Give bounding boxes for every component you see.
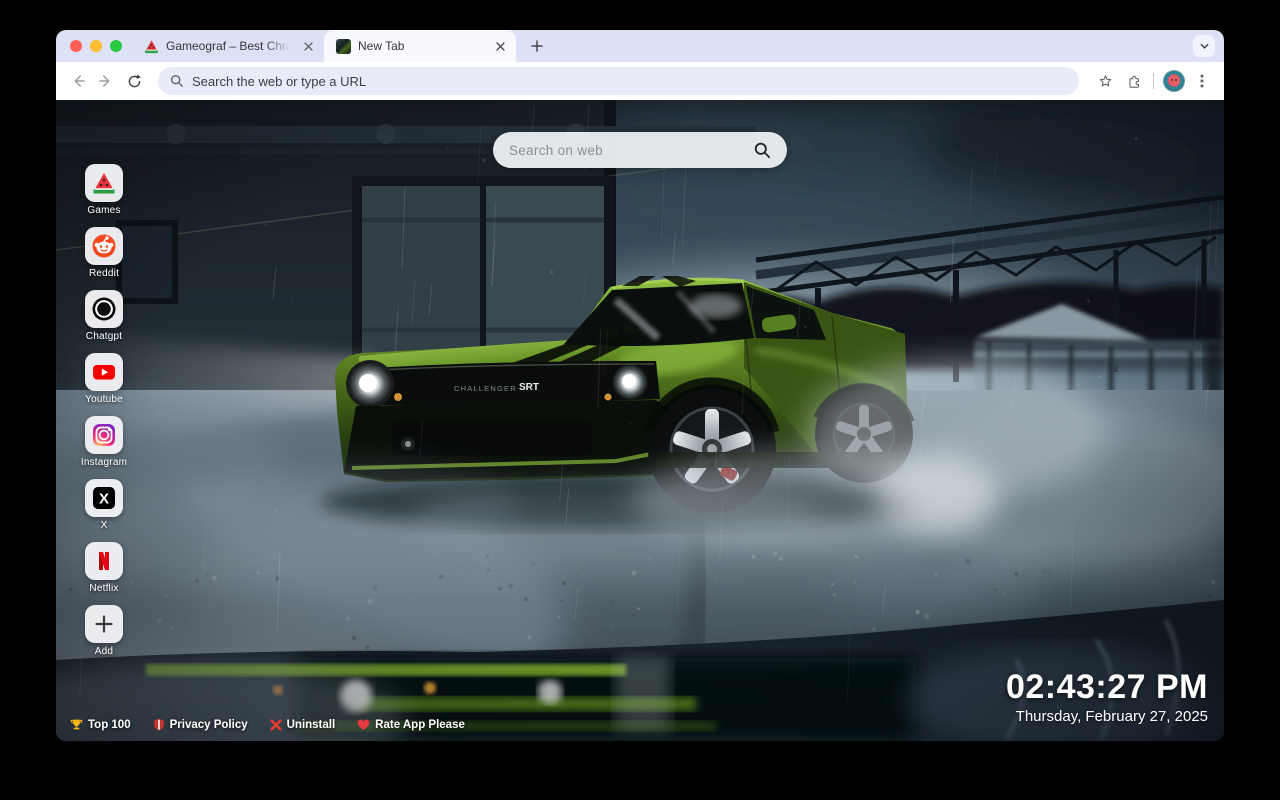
rate-app-link[interactable]: Rate App Please <box>357 719 465 731</box>
shortcut-games[interactable]: Games <box>85 164 123 217</box>
back-button[interactable] <box>64 67 92 95</box>
tab-close-icon[interactable] <box>492 38 508 54</box>
forward-arrow-icon <box>97 72 115 90</box>
chatgpt-icon <box>91 296 117 322</box>
shortcut-reddit[interactable]: Reddit <box>85 227 123 280</box>
tab-title: Gameograf – Best Chrome Liv <box>166 39 293 53</box>
shortcut-instagram[interactable]: Instagram <box>81 416 127 469</box>
netflix-icon <box>91 548 117 574</box>
puzzle-icon <box>1125 73 1142 90</box>
car-wallpaper: CHALLENGER SRT <box>56 100 1224 741</box>
tab-new-tab[interactable]: New Tab <box>324 30 516 62</box>
web-search-bar[interactable] <box>493 132 787 168</box>
shortcut-label: Add <box>95 646 113 658</box>
address-input[interactable] <box>192 74 1067 89</box>
wallpaper-thumbnail-icon <box>336 39 351 54</box>
new-tab-button[interactable] <box>524 33 550 59</box>
three-dot-icon <box>1195 73 1209 89</box>
reload-icon <box>126 73 143 90</box>
shortcut-label: X <box>101 520 108 532</box>
clock-widget: 02:43:27 PM Thursday, February 27, 2025 <box>1006 668 1208 725</box>
tab-strip: Gameograf – Best Chrome Liv New Tab <box>56 30 1224 62</box>
star-icon <box>1097 73 1114 90</box>
instagram-icon <box>91 422 117 448</box>
plus-icon <box>531 40 543 52</box>
heart-icon <box>357 719 370 731</box>
tab-search-button[interactable] <box>1193 35 1215 57</box>
youtube-icon <box>91 359 117 385</box>
red-x-icon <box>270 719 282 731</box>
footer-links: Top 100 Privacy Policy Uninstall Rat <box>70 718 465 731</box>
web-search-input[interactable] <box>509 143 749 158</box>
trophy-icon <box>70 718 83 731</box>
shortcut-label: Chatgpt <box>86 331 122 343</box>
traffic-lights <box>56 40 132 52</box>
shortcut-label: Reddit <box>89 268 119 280</box>
reddit-icon <box>91 233 117 259</box>
reload-button[interactable] <box>120 67 148 95</box>
shortcut-label: Netflix <box>89 583 118 595</box>
watermelon-icon <box>144 39 159 54</box>
back-arrow-icon <box>69 72 87 90</box>
footer-label: Uninstall <box>287 719 336 731</box>
omnibox[interactable] <box>158 67 1079 95</box>
browser-toolbar <box>56 62 1224 100</box>
privacy-policy-link[interactable]: Privacy Policy <box>153 718 248 731</box>
clock-time: 02:43:27 PM <box>1006 668 1208 707</box>
clock-date: Thursday, February 27, 2025 <box>1006 708 1208 725</box>
zoom-window-button[interactable] <box>110 40 122 52</box>
shortcut-x[interactable]: X X <box>85 479 123 532</box>
search-icon <box>170 74 184 88</box>
close-window-button[interactable] <box>70 40 82 52</box>
bookmark-button[interactable] <box>1091 67 1119 95</box>
forward-button[interactable] <box>92 67 120 95</box>
footer-label: Rate App Please <box>375 719 465 731</box>
svg-text:X: X <box>99 491 109 508</box>
search-icon <box>754 142 771 159</box>
tab-title: New Tab <box>358 39 485 53</box>
shortcut-add[interactable]: Add <box>85 605 123 658</box>
tab-close-icon[interactable] <box>300 38 316 54</box>
shortcut-youtube[interactable]: Youtube <box>85 353 123 406</box>
shield-icon <box>153 718 165 731</box>
shortcut-netflix[interactable]: Netflix <box>85 542 123 595</box>
new-tab-page: CHALLENGER SRT <box>56 100 1224 741</box>
watermelon-icon <box>91 170 117 196</box>
footer-label: Privacy Policy <box>170 719 248 731</box>
shortcut-chatgpt[interactable]: Chatgpt <box>85 290 123 343</box>
shortcut-label: Instagram <box>81 457 127 469</box>
menu-button[interactable] <box>1188 67 1216 95</box>
shortcut-label: Games <box>87 205 120 217</box>
uninstall-link[interactable]: Uninstall <box>270 719 336 731</box>
chevron-down-icon <box>1199 41 1210 52</box>
footer-label: Top 100 <box>88 719 131 731</box>
toolbar-divider <box>1153 73 1154 89</box>
x-icon: X <box>91 485 117 511</box>
extensions-button[interactable] <box>1119 67 1147 95</box>
browser-window: Gameograf – Best Chrome Liv New Tab <box>56 30 1224 741</box>
shortcut-label: Youtube <box>85 394 123 406</box>
search-submit-button[interactable] <box>749 137 775 163</box>
plus-icon <box>93 613 115 635</box>
tab-gameograf[interactable]: Gameograf – Best Chrome Liv <box>132 30 324 62</box>
minimize-window-button[interactable] <box>90 40 102 52</box>
profile-avatar[interactable] <box>1163 70 1185 92</box>
shortcut-sidebar: Games Reddit <box>66 164 142 668</box>
top-100-link[interactable]: Top 100 <box>70 718 131 731</box>
